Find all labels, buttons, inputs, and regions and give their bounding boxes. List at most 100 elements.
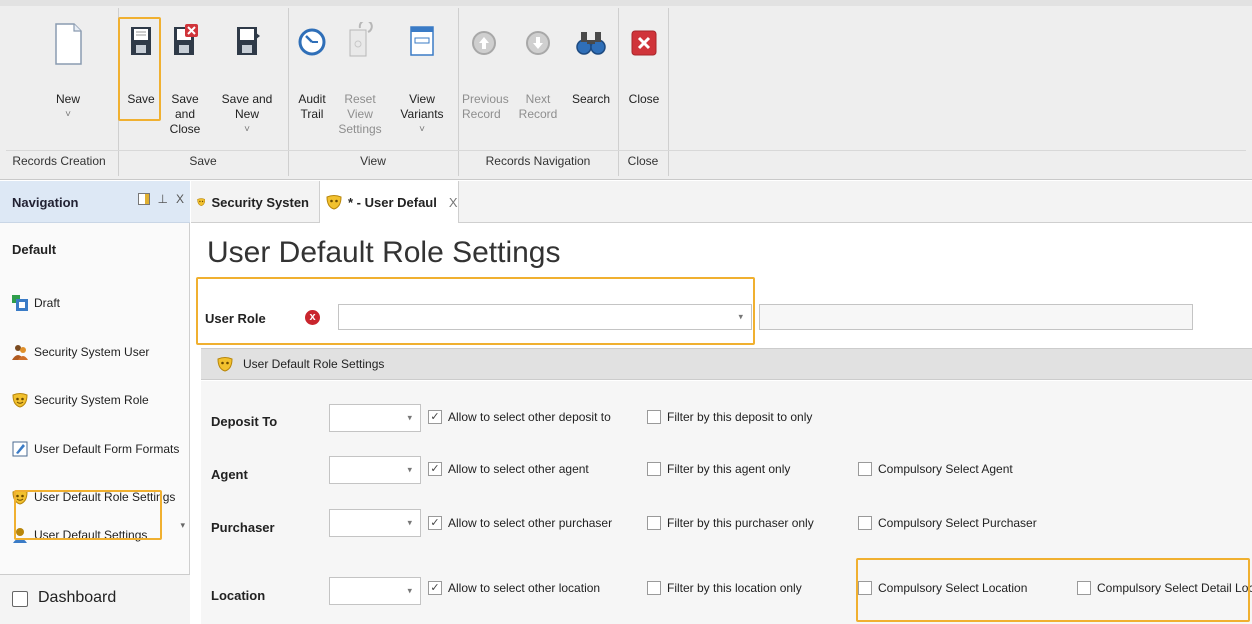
compulsory-select-location-checkbox[interactable]: Compulsory Select Location [858,581,1027,595]
group-label-close: Close [627,154,659,168]
document-tab-bar: Security Systen * - User Defaul X [191,181,1252,223]
save-and-close-button[interactable]: Save and Close [160,0,210,150]
sidebar-item-label: Security System User [34,345,150,359]
user-role-dropdown[interactable]: ▾ [338,304,752,330]
save-and-close-label: Save and Close [169,92,201,136]
section-header[interactable]: User Default Role Settings [201,348,1252,380]
location-label: Location [211,588,266,603]
compulsory-select-agent-checkbox[interactable]: Compulsory Select Agent [858,462,1013,476]
location-dropdown[interactable]: ▾ [329,577,421,605]
save-button[interactable]: Save [124,0,158,150]
form-format-icon [12,441,28,457]
dashboard-label: Dashboard [38,589,117,606]
chevron-down-icon: ˅ [419,124,425,135]
mask-icon [217,357,233,372]
close-tab-icon[interactable]: X [449,195,458,210]
chevron-down-icon: ˅ [244,124,250,135]
nav-group-default[interactable]: Default [12,242,56,257]
tab-security-system[interactable]: Security Systen [191,181,309,223]
view-variants-icon [410,26,434,56]
search-button[interactable]: Search [568,0,614,150]
checkbox-label: Compulsory Select Agent [878,462,1013,476]
sidebar-item-security-system-role[interactable]: Security System Role [12,388,149,412]
close-label: Close [628,92,660,106]
save-and-new-button[interactable]: Save and New ˅ [210,0,284,150]
filter-agent-only-checkbox[interactable]: Filter by this agent only [647,462,790,476]
reset-view-settings-button[interactable]: Reset View Settings [332,0,388,150]
sidebar-item-user-default-role-settings[interactable]: User Default Role Settings [12,485,175,509]
purchaser-label: Purchaser [211,520,275,535]
reset-view-settings-label: Reset View Settings [338,92,382,136]
page-title: User Default Role Settings [207,236,561,269]
pin-icon[interactable]: ⊥ [158,192,168,206]
sidebar-item-user-default-form-formats[interactable]: User Default Form Formats [12,437,179,461]
close-button[interactable]: Close [624,0,664,150]
view-variants-button[interactable]: View Variants ˅ [390,0,454,150]
next-record-button[interactable]: Next Record [508,0,568,150]
chevron-down-icon: ▾ [407,412,412,423]
audit-trail-label: Audit Trail [298,92,326,121]
checkbox-label: Filter by this deposit to only [667,410,813,424]
checkbox-unchecked-icon [647,516,661,530]
new-document-icon [55,23,82,65]
allow-other-location-checkbox[interactable]: ✓ Allow to select other location [428,581,600,595]
compulsory-select-purchaser-checkbox[interactable]: Compulsory Select Purchaser [858,516,1037,530]
agent-dropdown[interactable]: ▾ [329,456,421,484]
compulsory-select-detail-location-checkbox[interactable]: Compulsory Select Detail Location [1077,581,1252,595]
group-label-save: Save [189,154,217,168]
error-icon: x [305,310,320,325]
filter-purchaser-only-checkbox[interactable]: Filter by this purchaser only [647,516,814,530]
nav-scroll-down-icon[interactable]: ▾ [180,520,185,531]
sidebar-item-security-system-user[interactable]: Security System User [12,340,149,364]
new-button-label: New [55,92,80,106]
chevron-down-icon: ▾ [738,311,743,322]
mask-icon [197,198,206,206]
save-button-label: Save [127,92,155,106]
allow-other-purchaser-checkbox[interactable]: ✓ Allow to select other purchaser [428,516,612,530]
dashboard-icon [12,591,28,607]
audit-trail-button[interactable]: Audit Trail [292,0,332,150]
filter-deposit-only-checkbox[interactable]: Filter by this deposit to only [647,410,812,424]
arrow-down-circle-icon [526,31,550,55]
sidebar-item-draft[interactable]: Draft [12,291,60,315]
main-content: User Default Role Settings User Role x ▾… [191,224,1252,624]
checkbox-label: Filter by this agent only [667,462,791,476]
checkbox-checked-icon: ✓ [428,516,442,530]
allow-other-deposit-checkbox[interactable]: ✓ Allow to select other deposit to [428,410,611,424]
allow-other-agent-checkbox[interactable]: ✓ Allow to select other agent [428,462,589,476]
arrow-up-circle-icon [472,31,496,55]
sidebar-item-label: User Default Settings [34,528,148,542]
group-label-records-creation: Records Creation [12,154,106,168]
close-panel-icon[interactable]: X [176,192,184,206]
save-close-icon [174,24,198,55]
deposit-to-dropdown[interactable]: ▾ [329,404,421,432]
new-button[interactable]: New ˅ [28,0,108,150]
sidebar-item-label: User Default Form Formats [34,442,180,456]
group-label-records-navigation: Records Navigation [485,154,591,168]
deposit-to-label: Deposit To [211,414,278,429]
user-icon [13,528,27,543]
tab-user-default-role-settings[interactable]: * - User Defaul X [319,181,459,223]
floppy-save-icon [131,27,151,55]
sidebar-item-dashboard[interactable]: Dashboard [0,574,190,624]
checkbox-unchecked-icon [647,581,661,595]
checkbox-unchecked-icon [647,410,661,424]
dock-icon[interactable] [137,193,150,205]
close-icon [631,30,657,56]
sidebar-item-user-default-settings[interactable]: User Default Settings [12,527,147,543]
checkbox-checked-icon: ✓ [428,581,442,595]
user-role-description-field[interactable] [759,304,1193,330]
reset-view-icon [349,22,373,57]
chevron-down-icon: ▾ [407,517,412,528]
purchaser-dropdown[interactable]: ▾ [329,509,421,537]
tab-label: * - User Defaul [348,194,437,210]
checkbox-label: Filter by this purchaser only [667,516,814,530]
search-label: Search [571,92,611,106]
section-title: User Default Role Settings [243,357,385,371]
filter-location-only-checkbox[interactable]: Filter by this location only [647,581,802,595]
checkbox-label: Compulsory Select Purchaser [878,516,1037,530]
ribbon-group-divider [6,150,1246,151]
chevron-down-icon: ˅ [65,109,71,120]
navigation-panel: Navigation ⊥ X Default Draft Security Sy… [0,181,190,624]
previous-record-button[interactable]: Previous Record [462,0,509,150]
